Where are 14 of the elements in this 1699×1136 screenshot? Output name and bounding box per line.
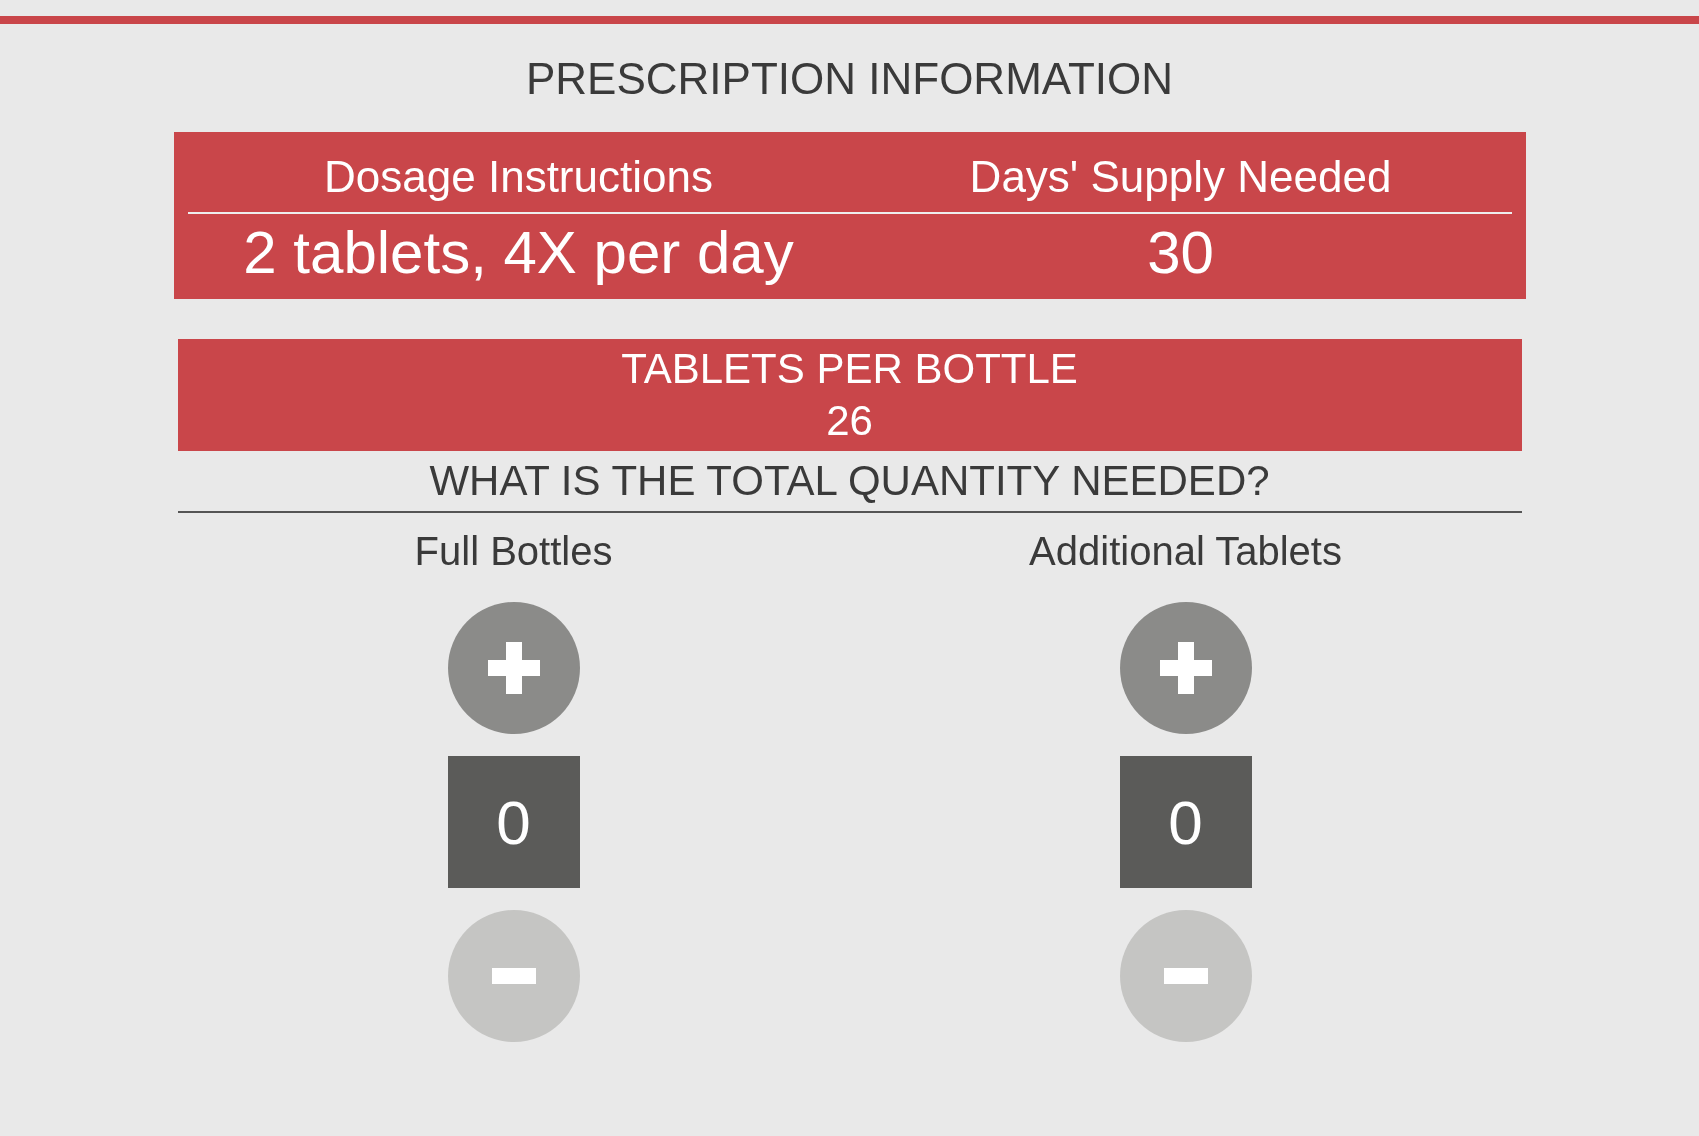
minus-icon	[1163, 968, 1208, 984]
tablets-per-bottle-label: TABLETS PER BOTTLE	[621, 345, 1078, 393]
column-header: Days' Supply Needed	[968, 151, 1393, 203]
quantity-value: 0	[447, 756, 580, 888]
table-cell-text: 30	[1146, 218, 1215, 288]
counter-label: Additional Tablets	[1029, 529, 1342, 574]
tablets-per-bottle-value: 26	[826, 397, 873, 445]
counter-label: Full Bottles	[414, 529, 613, 574]
quantity-value: 0	[1119, 756, 1252, 888]
page-title: PRESCRIPTION INFORMATION	[526, 54, 1173, 104]
column-header: Dosage Instructions	[323, 151, 714, 203]
table-cell-text: 2 tablets, 4X per day	[242, 218, 795, 288]
minus-icon	[491, 968, 536, 984]
question-text: WHAT IS THE TOTAL QUANTITY NEEDED?	[429, 457, 1270, 505]
